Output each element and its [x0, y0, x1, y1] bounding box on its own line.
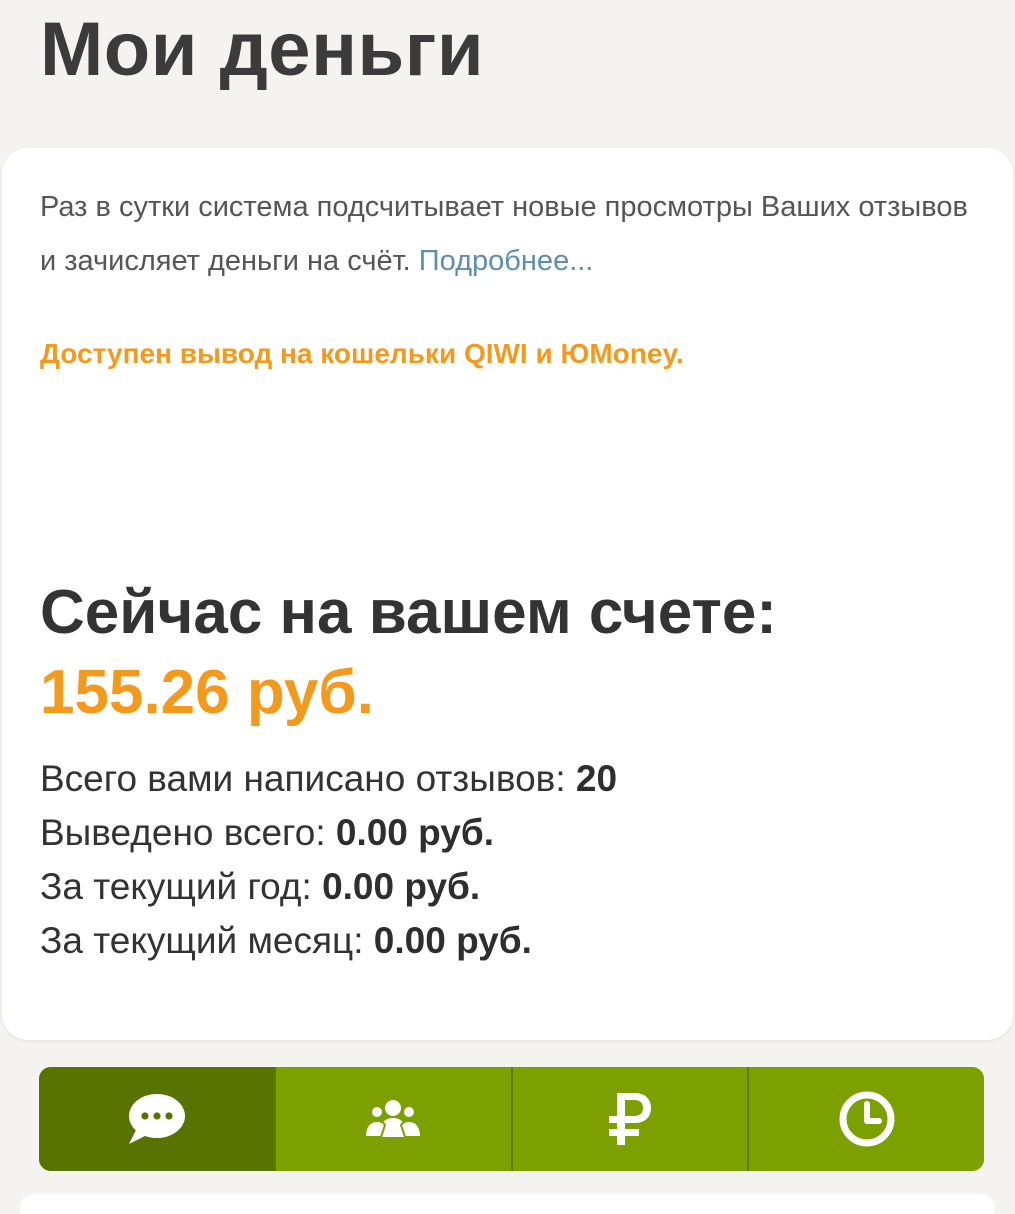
stat-withdrawn-total: Выведено всего: 0.00 руб.: [40, 806, 617, 860]
stat-value: 20: [575, 758, 618, 799]
stat-value: 0.00 руб.: [335, 812, 494, 853]
tab-reviews[interactable]: [39, 1067, 276, 1171]
balance-amount: 155.26 руб.: [40, 658, 374, 727]
money-card: Раз в сутки система подсчитывает новые п…: [2, 148, 1013, 1040]
ruble-icon: [608, 1093, 651, 1145]
stat-reviews-written: Всего вами написано отзывов: 20: [40, 752, 617, 806]
balance-heading: Сейчас на вашем счете:: [40, 578, 777, 647]
tab-users[interactable]: [275, 1067, 513, 1171]
stat-current-year: За текущий год: 0.00 руб.: [40, 860, 617, 914]
stat-label: За текущий месяц:: [40, 920, 364, 961]
tab-money[interactable]: [512, 1067, 750, 1171]
chat-bubble-icon: [129, 1094, 186, 1144]
stats-list: Всего вами написано отзывов: 20 Выведено…: [40, 752, 617, 968]
stat-label: За текущий год:: [40, 866, 312, 907]
clock-icon: [839, 1091, 895, 1147]
users-icon: [364, 1100, 423, 1138]
page-title: Мои деньги: [40, 7, 485, 92]
stat-label: Выведено всего:: [40, 812, 326, 853]
withdrawal-notice: Доступен вывод на кошельки QIWI и ЮMoney…: [40, 338, 684, 369]
stat-label: Всего вами написано отзывов:: [40, 758, 566, 799]
info-text-block: Раз в сутки система подсчитывает новые п…: [40, 180, 980, 288]
stat-current-month: За текущий месяц: 0.00 руб.: [40, 914, 617, 968]
stat-value: 0.00 руб.: [322, 866, 481, 907]
more-link[interactable]: Подробнее...: [419, 245, 594, 277]
tab-history[interactable]: [749, 1067, 984, 1171]
bottom-tab-bar: [39, 1067, 984, 1171]
stat-value: 0.00 руб.: [373, 920, 532, 961]
next-card-edge: [20, 1194, 995, 1214]
